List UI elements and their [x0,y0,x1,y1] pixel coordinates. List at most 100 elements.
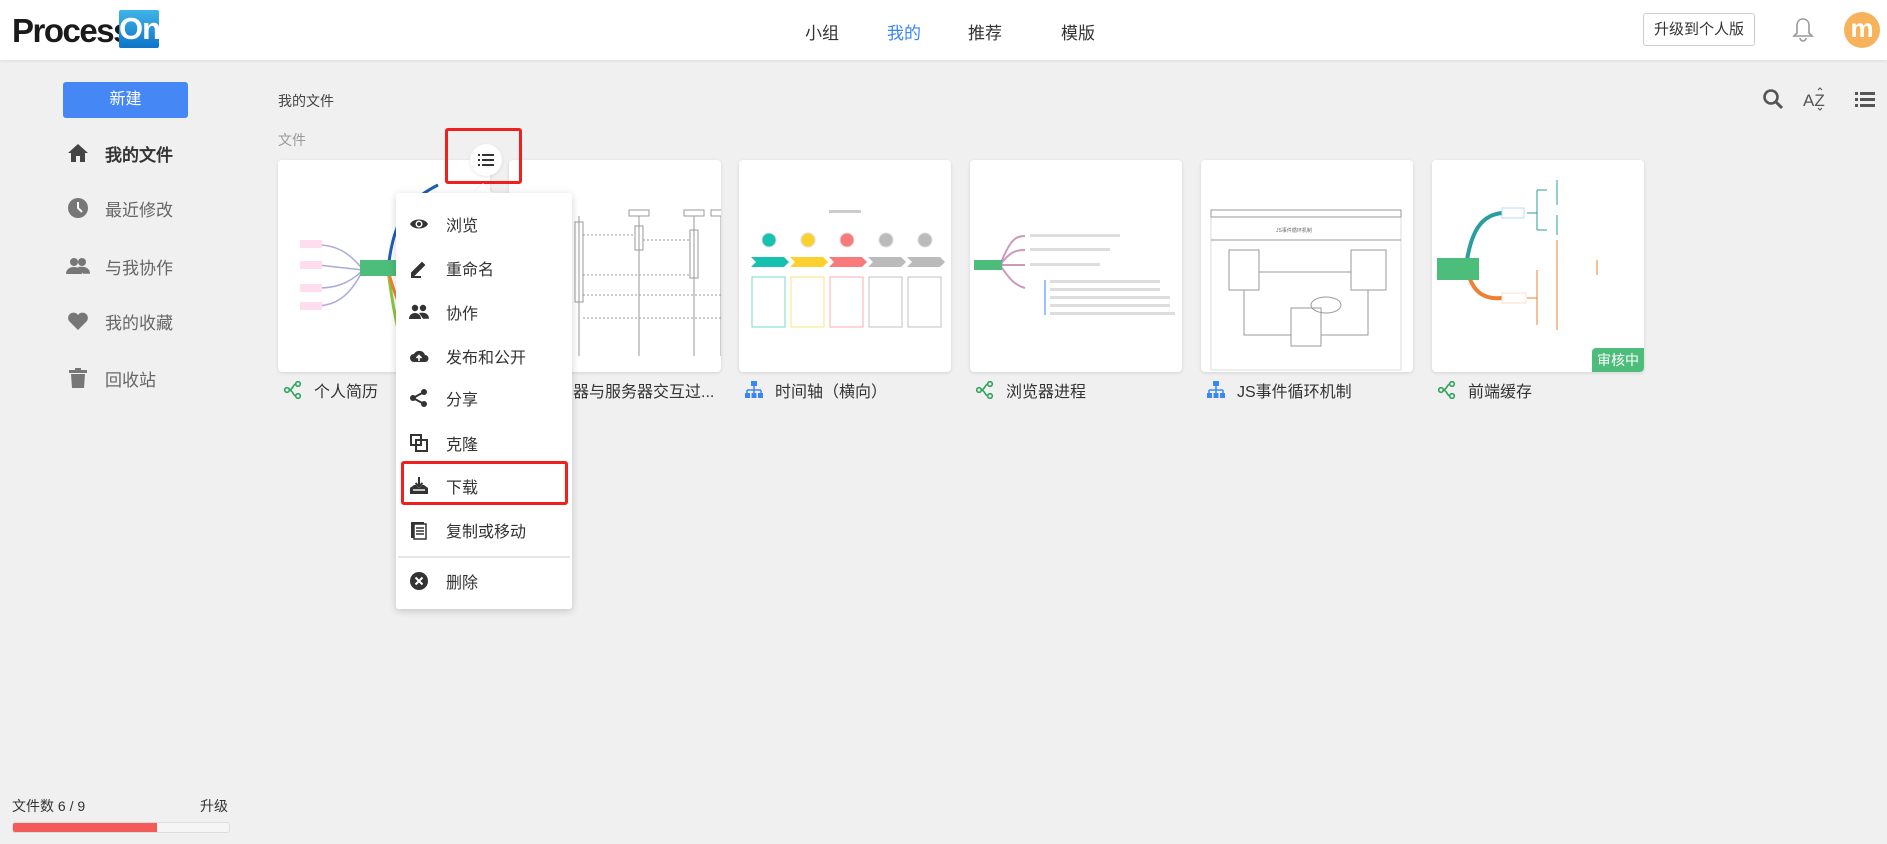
file-title[interactable]: 浏览器进程 [976,378,1086,402]
new-button[interactable]: 新建 [63,82,188,118]
cloud-upload-icon [410,350,429,362]
sidebar-item-shared[interactable]: 与我协作 [66,251,173,281]
menu-item-label: 发布和公开 [446,350,527,367]
copy-icon [411,522,427,540]
usage-progress-bar [12,822,230,833]
sidebar-item-trash[interactable]: 回收站 [66,363,156,393]
file-card-thumbnail[interactable]: JS事件循环机制 [1201,160,1413,372]
search-icon[interactable] [1760,87,1786,111]
breadcrumb: 我的文件 [278,93,334,109]
flowchart-icon [745,381,763,398]
menu-divider [398,556,570,558]
file-title[interactable]: 前端缓存 [1438,378,1532,402]
menu-item-7[interactable]: 复制或移动 [396,510,572,550]
upgrade-button[interactable]: 升级到个人版 [1643,13,1755,46]
list-view-icon[interactable] [1852,87,1878,111]
home-icon [68,144,88,162]
nav-groups[interactable]: 小组 [805,19,839,44]
timeline-marker [839,232,855,248]
file-card-thumbnail[interactable] [970,160,1182,372]
file-title-text: 时间轴（横向） [775,384,888,401]
timeline-box [790,276,825,328]
menu-item-8[interactable]: 删除 [396,561,572,601]
file-title-text: 前端缓存 [1468,384,1533,401]
menu-item-label: 重命名 [446,262,495,279]
people-icon [66,258,90,274]
sidebar-item-label: 我的收藏 [105,313,173,333]
upgrade-link[interactable]: 升级 [200,796,228,816]
file-title[interactable]: 时间轴（横向） [745,378,887,402]
menu-item-1[interactable]: 重命名 [396,248,572,288]
timeline-arrow [790,257,828,267]
timeline-box [829,276,864,328]
menu-item-2[interactable]: 协作 [396,292,572,332]
flowchart-icon [1207,381,1225,398]
mindmap-preview [1437,180,1598,330]
sidebar-item-favorites[interactable]: 我的收藏 [66,306,173,336]
timeline-arrow [907,257,945,267]
timeline-marker [878,232,894,248]
review-status-badge: 审核中 [1592,348,1644,372]
file-title-text: 浏览器进程 [1006,384,1087,401]
nav-templates[interactable]: 模版 [1061,19,1095,44]
usage-progress-fill [13,823,158,832]
nav-mine[interactable]: 我的 [887,19,921,44]
timeline-arrow [751,257,789,267]
logo-badge: On [119,10,161,48]
timeline-marker [917,232,933,248]
menu-item-label: 复制或移动 [446,524,527,541]
menu-item-0[interactable]: 浏览 [396,204,572,244]
delete-icon [410,572,428,590]
pencil-icon [411,261,426,278]
timeline-marker [800,232,816,248]
file-card-thumbnail[interactable] [739,160,951,372]
logo[interactable]: Process [12,12,131,50]
file-count: 文件数 6 / 9 [12,798,86,814]
timeline-box [907,276,942,328]
menu-item-label: 分享 [446,392,479,409]
trash-icon [69,368,87,388]
sidebar-item-my-files[interactable]: 我的文件 [66,138,173,168]
file-title[interactable]: JS事件循环机制 [1207,378,1352,402]
sidebar-item-label: 最近修改 [105,200,173,220]
menu-item-label: 克隆 [446,437,479,454]
menu-item-label: 协作 [446,306,479,323]
sort-az-icon[interactable]: AZ [1803,87,1829,111]
menu-item-label: 浏览 [446,218,479,235]
timeline-marker [761,232,777,248]
svg-text:AZ: AZ [1803,91,1825,110]
event-loop-diagram-preview: JS事件循环机制 [1210,209,1402,371]
menu-item-5[interactable]: 克隆 [396,423,572,463]
file-title[interactable]: 器与服务器交互过... [573,378,714,402]
timeline-arrow [829,257,867,267]
file-title-text: 器与服务器交互过... [573,384,715,401]
bell-icon[interactable] [1791,16,1815,44]
nav-recommend[interactable]: 推荐 [968,19,1002,44]
file-title-text: 个人简历 [314,384,379,401]
timeline-preview [751,210,945,328]
sidebar-item-label: 回收站 [105,370,156,390]
menu-item-4[interactable]: 分享 [396,378,572,418]
file-card-thumbnail[interactable]: 审核中 [1432,160,1644,372]
avatar[interactable]: m [1844,12,1880,48]
eye-icon [410,219,428,229]
sidebar-item-label: 我的文件 [105,145,173,165]
svg-text:JS事件循环机制: JS事件循环机制 [1276,227,1312,234]
mindmap-icon [1438,381,1456,399]
sidebar-item-label: 与我协作 [105,258,173,278]
menu-item-label: 删除 [446,575,479,592]
clone-icon [410,434,428,452]
sidebar-item-recent[interactable]: 最近修改 [66,193,173,223]
top-header: Process On 小组 我的 推荐 模版 升级到个人版 m [0,0,1887,60]
menu-item-3[interactable]: 发布和公开 [396,336,572,376]
mindmap-icon [976,381,994,399]
file-title[interactable]: 个人简历 [284,378,378,402]
heart-icon [68,312,88,330]
context-menu: 浏览 重命名 协作 发布和公开 分享 克隆 下载 复制或移动 删除 [396,193,572,609]
share-icon [410,389,427,407]
mindmap-preview [974,234,1175,315]
mindmap-icon [284,381,302,399]
file-title-text: JS事件循环机制 [1237,384,1352,401]
clock-icon [68,198,88,218]
timeline-box [868,276,903,328]
